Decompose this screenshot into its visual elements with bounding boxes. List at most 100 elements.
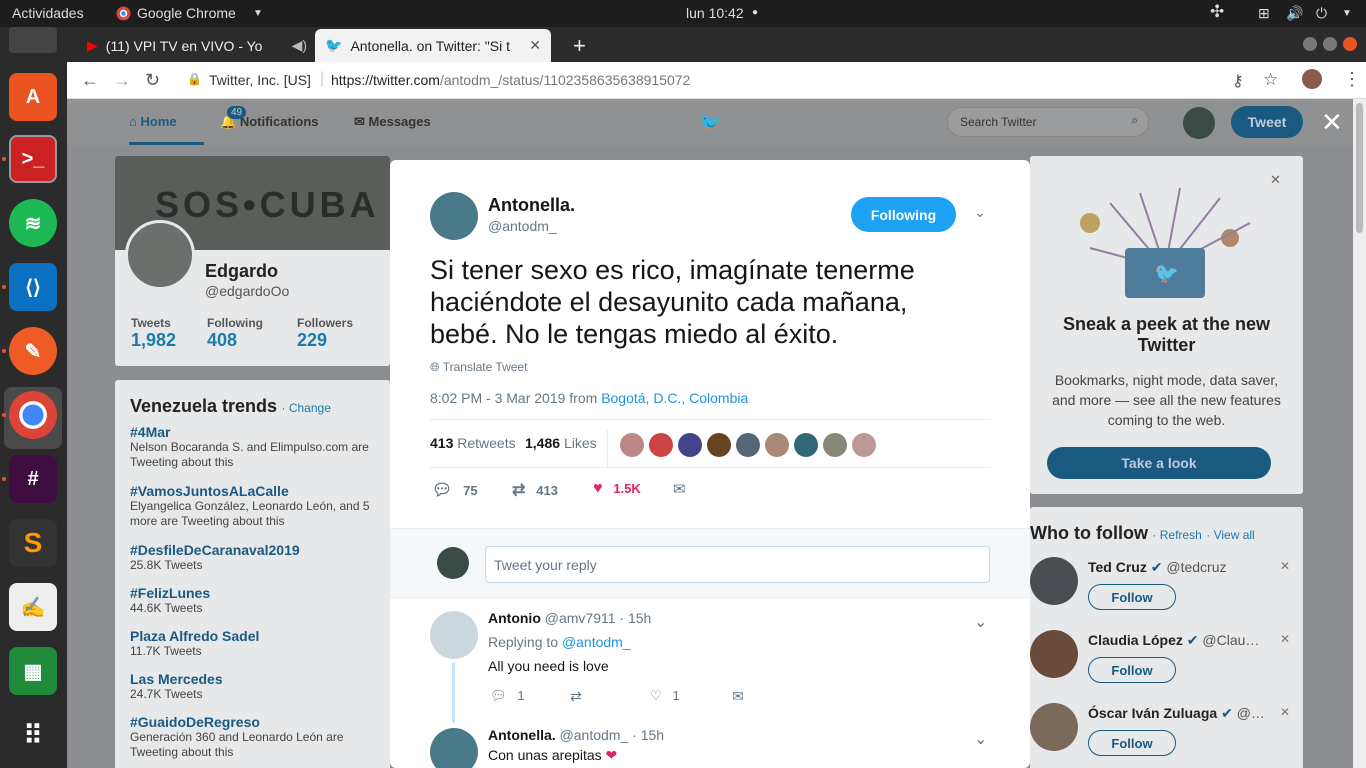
audio-icon[interactable]: ◀): [292, 37, 307, 54]
liker-avatar[interactable]: [620, 433, 644, 457]
tab-vpitv[interactable]: ▶ (11) VPI TV en VIVO - Yo ◀): [77, 29, 317, 62]
trend-item[interactable]: Plaza Alfredo Sadel 11.7K Tweets: [130, 628, 380, 659]
reply-dm-envelope-icon[interactable]: ✉: [732, 688, 744, 705]
retweet-action[interactable]: ⇄ 413: [512, 480, 558, 500]
reply-author-name[interactable]: Antonio: [488, 610, 541, 626]
retweet-stats[interactable]: 413 Retweets: [430, 435, 516, 451]
tweet-location-link[interactable]: Bogotá, D.C., Colombia: [601, 390, 748, 406]
dismiss-icon[interactable]: ✕: [1280, 559, 1290, 573]
network-icon[interactable]: ⊞: [1258, 5, 1270, 22]
follow-button[interactable]: Follow: [1088, 657, 1176, 683]
profile-avatar[interactable]: [125, 220, 195, 290]
profile-handle[interactable]: @edgardoOo: [205, 283, 289, 299]
refresh-link[interactable]: · Refresh: [1152, 528, 1201, 542]
liker-avatar[interactable]: [678, 433, 702, 457]
close-window-button[interactable]: [1343, 37, 1357, 51]
nav-home[interactable]: ⌂ Home: [129, 114, 177, 129]
dm-action-envelope-icon[interactable]: ✉: [673, 480, 686, 498]
tweet-menu-chevron-icon[interactable]: ⌄: [974, 204, 986, 221]
tweet-button[interactable]: Tweet: [1231, 106, 1303, 138]
author-name[interactable]: Antonella.: [488, 195, 575, 216]
dismiss-icon[interactable]: ✕: [1280, 705, 1290, 719]
postman-icon[interactable]: ✎: [9, 327, 57, 375]
suggested-avatar[interactable]: [1030, 557, 1078, 605]
like-stats[interactable]: 1,486 Likes: [525, 435, 597, 451]
follow-button[interactable]: Follow: [1088, 730, 1176, 756]
following-button[interactable]: Following: [851, 197, 956, 232]
page-scrollbar[interactable]: [1353, 99, 1366, 768]
site-identity[interactable]: Twitter, Inc. [US]: [209, 72, 311, 88]
minimize-button[interactable]: [1303, 37, 1317, 51]
liker-avatar[interactable]: [707, 433, 731, 457]
spreadsheet-icon[interactable]: ▦: [9, 647, 57, 695]
suggested-avatar[interactable]: [1030, 630, 1078, 678]
reload-icon[interactable]: ↻: [145, 70, 160, 91]
profile-name[interactable]: Edgardo: [205, 261, 278, 282]
liker-avatar[interactable]: [649, 433, 673, 457]
terminal-icon[interactable]: >_: [9, 135, 57, 183]
reply2-menu-chevron-icon[interactable]: ⌄: [974, 729, 987, 749]
suggested-name[interactable]: Claudia López: [1088, 632, 1183, 648]
stat-following[interactable]: Following 408: [207, 316, 263, 351]
stat-tweets[interactable]: Tweets 1,982: [131, 316, 176, 351]
app-menu[interactable]: Google Chrome: [137, 5, 236, 21]
dismiss-icon[interactable]: ✕: [1280, 632, 1290, 646]
take-a-look-button[interactable]: Take a look: [1047, 447, 1271, 479]
trend-item[interactable]: #GuaidoDeRegreso Generación 360 and Leona…: [130, 714, 380, 760]
url-field[interactable]: https://twitter.com/antodm_/status/11023…: [331, 72, 690, 88]
follow-button[interactable]: Follow: [1088, 584, 1176, 610]
maximize-button[interactable]: [1323, 37, 1337, 51]
lock-icon[interactable]: 🔒: [187, 72, 202, 86]
spotify-icon[interactable]: ≋: [9, 199, 57, 247]
reply2-author-avatar[interactable]: [430, 728, 478, 768]
suggested-name[interactable]: Ted Cruz: [1088, 559, 1147, 575]
liker-avatar[interactable]: [765, 433, 789, 457]
slack-icon[interactable]: #: [9, 455, 57, 503]
text-editor-icon[interactable]: ✍: [9, 583, 57, 631]
forward-icon[interactable]: →: [113, 70, 131, 91]
promo-close-icon[interactable]: ✕: [1270, 172, 1281, 188]
key-icon[interactable]: ⚷: [1232, 71, 1244, 91]
translate-tweet-link[interactable]: 🌐︎ Translate Tweet: [430, 360, 527, 375]
user-avatar[interactable]: [1183, 107, 1215, 139]
volume-icon[interactable]: 🔊: [1286, 5, 1303, 22]
liker-avatar[interactable]: [852, 433, 876, 457]
chrome-dock-icon[interactable]: [9, 391, 57, 439]
liker-avatar[interactable]: [823, 433, 847, 457]
suggested-avatar[interactable]: [1030, 703, 1078, 751]
liker-avatar[interactable]: [794, 433, 818, 457]
reply-menu-chevron-icon[interactable]: ⌄: [974, 612, 987, 632]
author-avatar[interactable]: [430, 192, 478, 240]
trend-item[interactable]: #FelizLunes 44.6K Tweets: [130, 585, 380, 616]
reply-retweet-icon[interactable]: ⇄: [570, 688, 582, 705]
suggested-name[interactable]: Óscar Iván Zuluaga: [1088, 705, 1217, 721]
show-apps-icon[interactable]: ⠿: [9, 711, 57, 759]
power-icon[interactable]: ⏻: [1316, 5, 1327, 22]
trend-item[interactable]: #4Mar Nelson Bocaranda S. and Elimpulso.c…: [130, 424, 380, 470]
reply-action[interactable]: 💬︎ 75: [432, 480, 478, 500]
new-tab-button[interactable]: +: [563, 29, 596, 62]
sublime-icon[interactable]: S: [9, 519, 57, 567]
bookmark-star-icon[interactable]: ☆: [1263, 70, 1278, 90]
software-center-icon[interactable]: A: [9, 73, 57, 121]
like-action[interactable]: ♥ 1.5K: [593, 480, 641, 498]
chrome-menu-icon[interactable]: ⋮: [1343, 69, 1361, 90]
tab-close-icon[interactable]: ✕: [529, 37, 541, 54]
vscode-icon[interactable]: ⟨⟩: [9, 263, 57, 311]
liker-avatar[interactable]: [736, 433, 760, 457]
trend-item[interactable]: #VamosJuntosALaCalle Elyangelica González…: [130, 483, 380, 529]
tab-twitter[interactable]: 🐦 Antonella. on Twitter: "Si t ✕: [315, 29, 551, 62]
close-modal-icon[interactable]: ✕: [1321, 107, 1343, 138]
search-input[interactable]: Search Twitter ⌕: [947, 107, 1149, 137]
reply-reply-action[interactable]: 💬︎ 1: [490, 688, 525, 704]
chrome-profile-avatar[interactable]: [1302, 69, 1322, 89]
reply-author-avatar[interactable]: [430, 611, 478, 659]
reply-like-action[interactable]: ♡ 1: [650, 688, 680, 704]
author-handle[interactable]: @antodm_: [488, 218, 557, 234]
clock[interactable]: lun 10:42: [686, 5, 744, 21]
view-all-link[interactable]: · View all: [1206, 528, 1254, 542]
nav-messages[interactable]: ✉ Messages: [354, 114, 431, 130]
stat-followers[interactable]: Followers 229: [297, 316, 353, 351]
files-icon[interactable]: [9, 27, 57, 53]
slack-tray-icon[interactable]: ✣: [1210, 2, 1224, 22]
